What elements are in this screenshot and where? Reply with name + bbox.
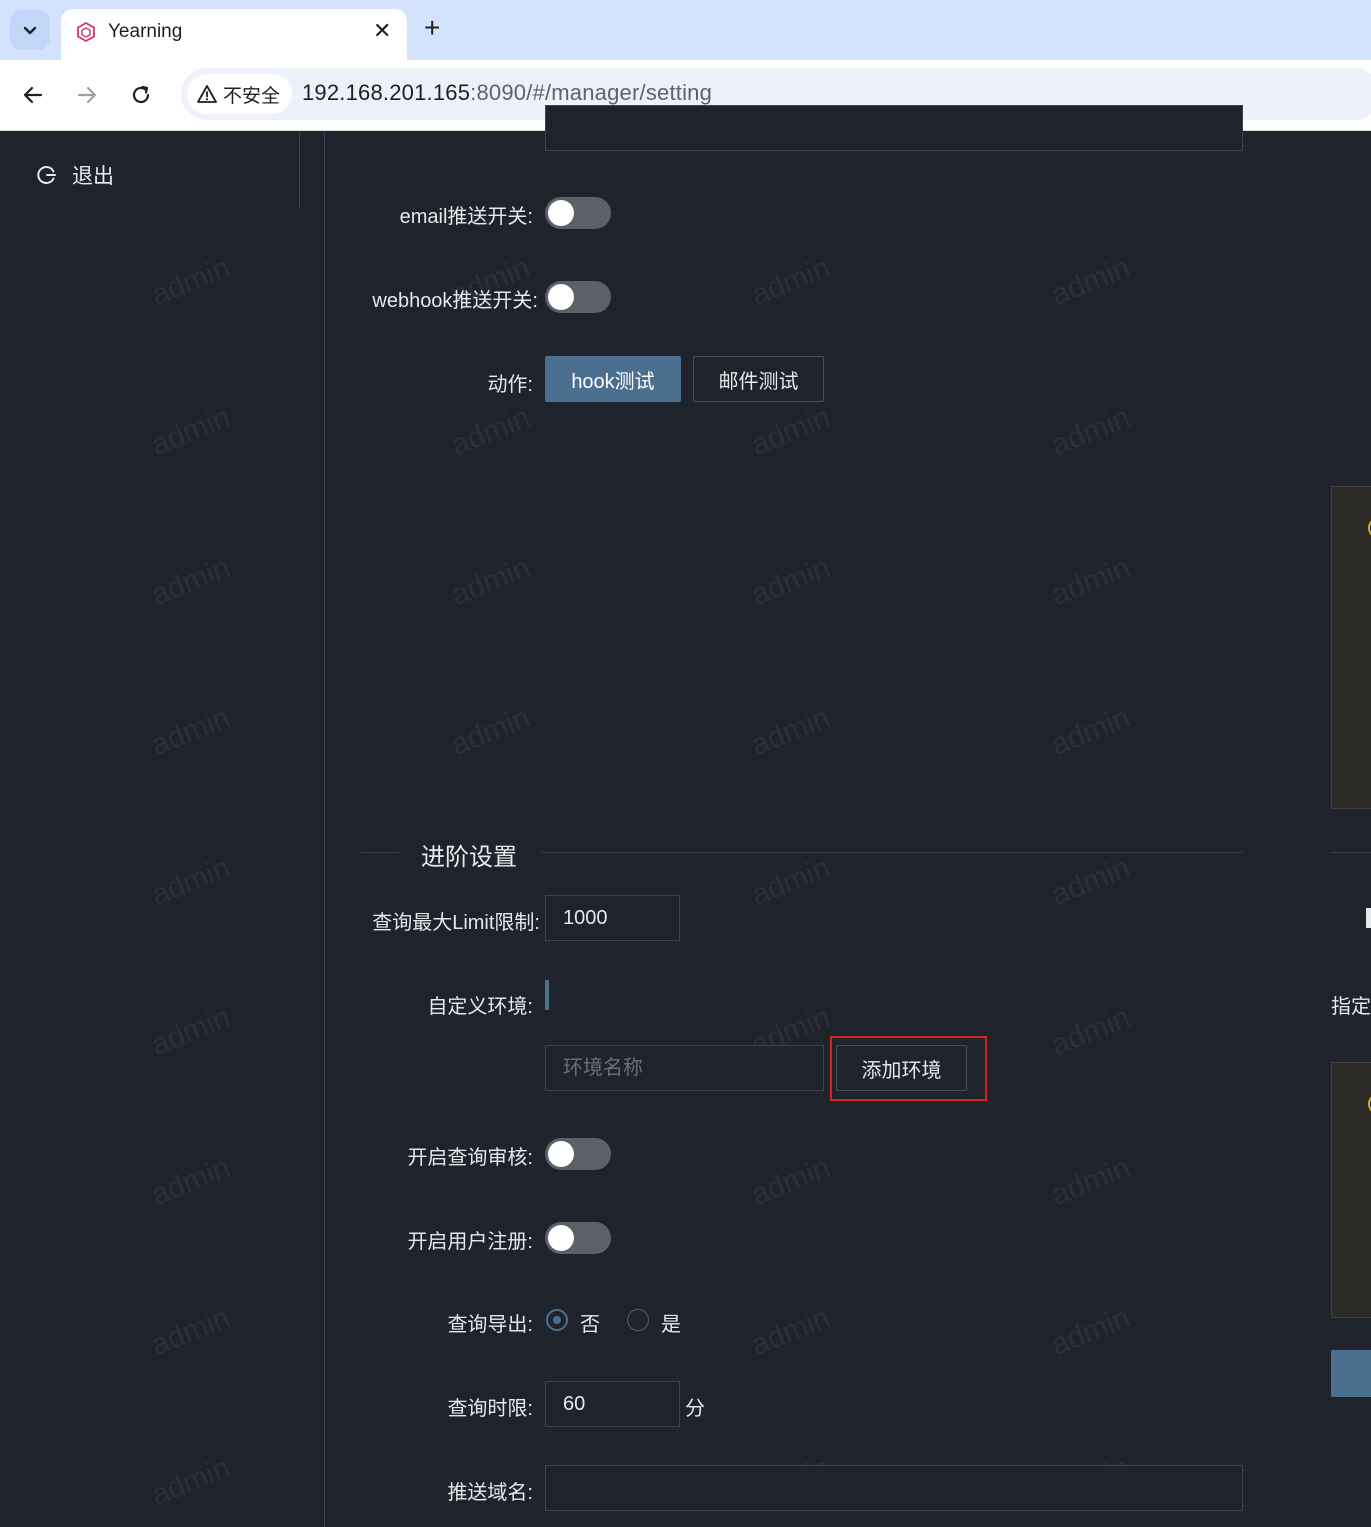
sidebar bbox=[0, 131, 300, 1527]
right-section-divider bbox=[1331, 852, 1371, 853]
watermark: admin bbox=[1046, 1300, 1135, 1363]
watermark: admin bbox=[746, 250, 835, 313]
watermark: admin bbox=[1046, 250, 1135, 313]
watermark: admin bbox=[746, 700, 835, 763]
time-limit-unit: 分 bbox=[685, 1398, 705, 1420]
email-push-label: email推送开关: bbox=[399, 206, 533, 228]
arrow-left-icon bbox=[23, 86, 43, 104]
watermark: admin bbox=[746, 400, 835, 463]
watermark: admin bbox=[1046, 850, 1135, 913]
close-tab-icon[interactable]: ✕ bbox=[373, 18, 391, 44]
watermark: admin bbox=[746, 850, 835, 913]
right-info-panel-top bbox=[1331, 486, 1371, 809]
watermark: admin bbox=[446, 550, 535, 613]
query-audit-toggle[interactable] bbox=[545, 1138, 611, 1170]
url-path: :8090/#/manager/setting bbox=[470, 80, 713, 105]
sidebar-divider bbox=[299, 131, 300, 209]
url-host: 192.168.201.165 bbox=[302, 80, 471, 105]
push-domain-label: 推送域名: bbox=[447, 1482, 533, 1504]
right-assign-label: 指定 bbox=[1331, 996, 1371, 1018]
email-push-toggle[interactable] bbox=[545, 197, 611, 229]
env-name-input[interactable]: 环境名称 bbox=[545, 1045, 824, 1091]
url-text: 192.168.201.165:8090/#/manager/setting bbox=[302, 80, 712, 106]
watermark: admin bbox=[446, 700, 535, 763]
export-option-no-label: 否 bbox=[580, 1314, 600, 1336]
limit-input[interactable]: 1000 bbox=[545, 895, 680, 941]
hook-test-button[interactable]: hook测试 bbox=[545, 356, 681, 402]
mail-test-address-input[interactable] bbox=[545, 105, 1243, 151]
watermark: admin bbox=[446, 400, 535, 463]
right-primary-button[interactable] bbox=[1331, 1350, 1371, 1397]
sidebar-item-logout[interactable]: 退出 bbox=[36, 160, 114, 190]
reload-button[interactable] bbox=[123, 77, 159, 113]
annotation-highlight-box bbox=[830, 1036, 987, 1101]
back-button[interactable] bbox=[15, 77, 51, 113]
user-register-toggle[interactable] bbox=[545, 1222, 611, 1254]
yearning-logo-icon bbox=[77, 21, 95, 43]
security-chip[interactable]: 不安全 bbox=[187, 74, 293, 114]
env-tag-list bbox=[545, 980, 549, 1010]
forward-button[interactable] bbox=[69, 77, 105, 113]
watermark: admin bbox=[1046, 400, 1135, 463]
section-divider-left bbox=[361, 852, 399, 853]
content-left-border bbox=[324, 131, 325, 1527]
watermark: admin bbox=[1046, 550, 1135, 613]
logout-label: 退出 bbox=[72, 165, 114, 188]
mail-test-button[interactable]: 邮件测试 bbox=[693, 356, 824, 402]
arrow-right-icon bbox=[77, 86, 97, 104]
watermark: admin bbox=[746, 550, 835, 613]
new-tab-button[interactable]: + bbox=[424, 12, 440, 44]
time-limit-label: 查询时限: bbox=[447, 1398, 533, 1420]
warning-icon bbox=[197, 85, 217, 103]
export-radio-yes[interactable] bbox=[627, 1309, 649, 1331]
webhook-push-label: webhook推送开关: bbox=[372, 290, 538, 312]
custom-env-label: 自定义环境: bbox=[427, 996, 533, 1018]
security-label: 不安全 bbox=[223, 85, 281, 107]
watermark: admin bbox=[746, 1300, 835, 1363]
export-option-yes-label: 是 bbox=[661, 1314, 681, 1336]
query-audit-label: 开启查询审核: bbox=[407, 1147, 533, 1169]
export-radio-no[interactable] bbox=[546, 1309, 568, 1331]
webhook-push-toggle[interactable] bbox=[545, 281, 611, 313]
user-register-label: 开启用户注册: bbox=[407, 1231, 533, 1253]
watermark: admin bbox=[1046, 1150, 1135, 1213]
logout-icon bbox=[37, 166, 56, 184]
time-limit-input[interactable]: 60 bbox=[545, 1381, 680, 1427]
tab-search-button[interactable] bbox=[10, 10, 50, 50]
watermark: admin bbox=[1046, 1000, 1135, 1063]
section-divider-right bbox=[541, 852, 1243, 853]
tab-title: Yearning bbox=[108, 21, 183, 42]
limit-label: 查询最大Limit限制: bbox=[372, 912, 540, 934]
browser-tab-strip: Yearning ✕ + bbox=[0, 0, 1371, 60]
watermark: admin bbox=[746, 1150, 835, 1213]
browser-tab-active[interactable]: Yearning ✕ bbox=[61, 9, 407, 60]
action-label: 动作: bbox=[487, 374, 533, 396]
section-title-advanced: 进阶设置 bbox=[421, 844, 517, 871]
right-label-fragment bbox=[1366, 908, 1371, 928]
reload-icon bbox=[132, 85, 150, 104]
export-label: 查询导出: bbox=[447, 1314, 533, 1336]
push-domain-input[interactable] bbox=[545, 1465, 1243, 1511]
watermark: admin bbox=[1046, 700, 1135, 763]
right-info-panel-bottom bbox=[1331, 1062, 1371, 1318]
chevron-down-icon bbox=[23, 26, 37, 35]
